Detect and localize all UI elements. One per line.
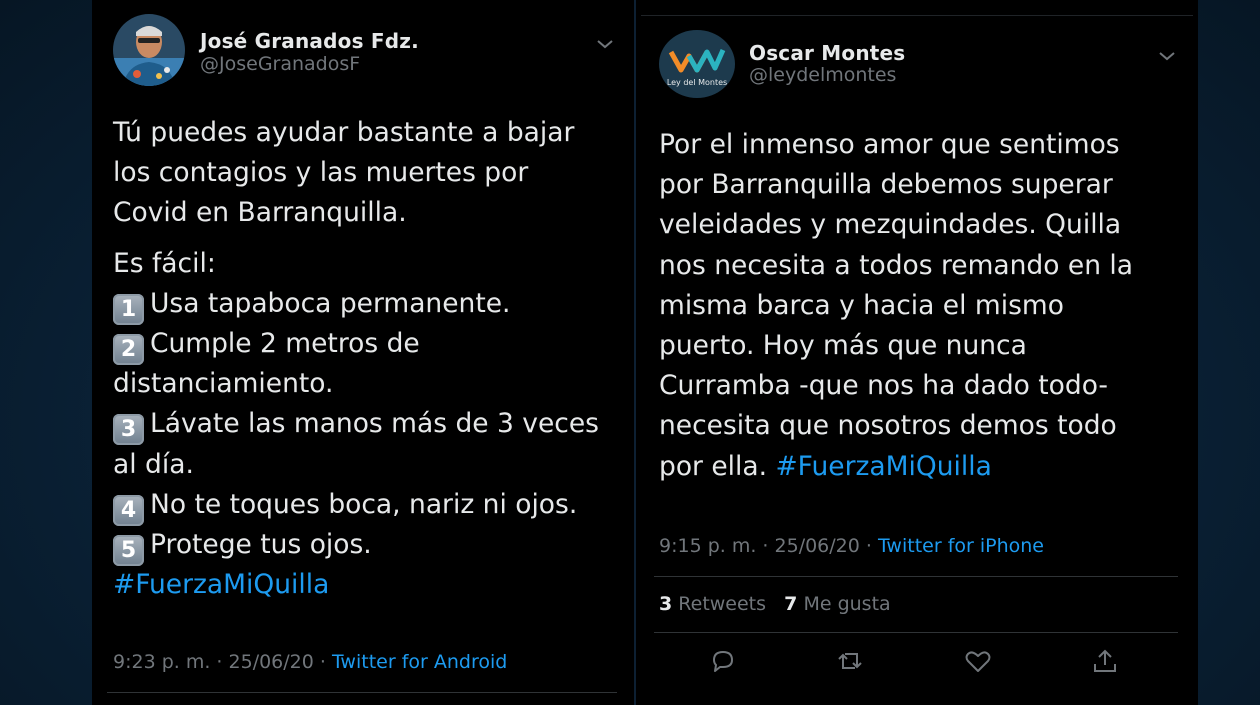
tweet-text-line: por ella. #FuerzaMiQuilla (659, 450, 992, 482)
list-item-continuation: al día. (113, 448, 194, 480)
tweet-text-line: veleidades y mezquindades. Quilla (659, 209, 1122, 241)
tweet-card-right: Ley del Montes Oscar Montes @leydelmonte… (636, 0, 1198, 705)
chevron-down-icon[interactable] (595, 34, 615, 54)
tweet-text: Por el inmenso amor que sentimos por Bar… (659, 125, 1133, 487)
hashtag-link[interactable]: #FuerzaMiQuilla (113, 565, 599, 605)
keycap-5-icon: 5 (113, 534, 144, 566)
retweets-stat[interactable]: 3 Retweets (659, 593, 766, 615)
likes-stat[interactable]: 7 Me gusta (784, 593, 891, 615)
tweet-meta: 9:15 p. m. · 25/06/20 · Twitter for iPho… (659, 535, 1044, 557)
tweet-text-line: Tú puedes ayudar bastante a bajar (113, 117, 575, 148)
reply-icon[interactable] (708, 646, 738, 676)
source-link[interactable]: Twitter for iPhone (878, 535, 1044, 557)
tweet-text-line: misma barca y hacia el mismo (659, 289, 1064, 321)
divider (107, 692, 617, 693)
divider (654, 576, 1178, 577)
tweet-card-left: José Granados Fdz. @JoseGranadosF Tú pue… (92, 0, 634, 705)
tweet-text-line: los contagios y las muertes por (113, 157, 529, 189)
keycap-3-icon: 3 (113, 414, 144, 446)
tweet-text-line: Curramba -que nos ha dado todo- (659, 370, 1108, 402)
list-item: 4 No te toques boca, nariz ni ojos. (113, 485, 599, 526)
keycap-1-icon: 1 (113, 293, 144, 325)
divider (654, 632, 1178, 633)
tweet-text-line: Covid en Barranquilla. (113, 197, 407, 229)
like-icon[interactable] (963, 646, 993, 676)
author-name[interactable]: Oscar Montes (749, 41, 905, 65)
author-handle[interactable]: @JoseGranadosF (200, 53, 360, 75)
list-item: 3 Lávate las manos más de 3 veces (113, 404, 599, 446)
list-item: 2 Cumple 2 metros de (113, 324, 599, 365)
share-icon[interactable] (1090, 646, 1120, 676)
avatar[interactable] (113, 14, 185, 86)
list-item: 5 Protege tus ojos. (113, 525, 599, 566)
keycap-4-icon: 4 (113, 494, 144, 526)
tweet-text-line: por Barranquilla debemos superar (659, 169, 1113, 201)
tweet-meta: 9:23 p. m. · 25/06/20 · Twitter for Andr… (113, 651, 507, 673)
retweet-icon[interactable] (835, 646, 865, 676)
tweet-text-line: necesita que nosotros demos todo (659, 410, 1117, 442)
list-item: 1 Usa tapaboca permanente. (113, 284, 599, 325)
top-divider (641, 15, 1193, 16)
avatar[interactable]: Ley del Montes (659, 30, 735, 98)
list-item-continuation: distanciamiento. (113, 368, 334, 400)
tweet-text-line: Por el inmenso amor que sentimos (659, 129, 1120, 160)
author-name[interactable]: José Granados Fdz. (200, 29, 419, 53)
tweet-text-line: puerto. Hoy más que nunca (659, 329, 1027, 361)
timestamp[interactable]: 9:23 p. m. · 25/06/20 · (113, 651, 332, 673)
engagement-stats: 3 Retweets 7 Me gusta (659, 593, 891, 615)
timestamp[interactable]: 9:15 p. m. · 25/06/20 · (659, 535, 878, 557)
author-handle[interactable]: @leydelmontes (749, 64, 896, 86)
chevron-down-icon[interactable] (1157, 46, 1177, 66)
keycap-2-icon: 2 (113, 333, 144, 365)
list-intro: Es fácil: (113, 247, 216, 279)
tweet-text: Tú puedes ayudar bastante a bajar los co… (113, 113, 599, 605)
tweet-text-line: nos necesita a todos remando en la (659, 249, 1134, 281)
hashtag-link[interactable]: #FuerzaMiQuilla (775, 451, 991, 482)
avatar-logo-text: Ley del Montes (667, 78, 727, 87)
source-link[interactable]: Twitter for Android (332, 651, 507, 673)
